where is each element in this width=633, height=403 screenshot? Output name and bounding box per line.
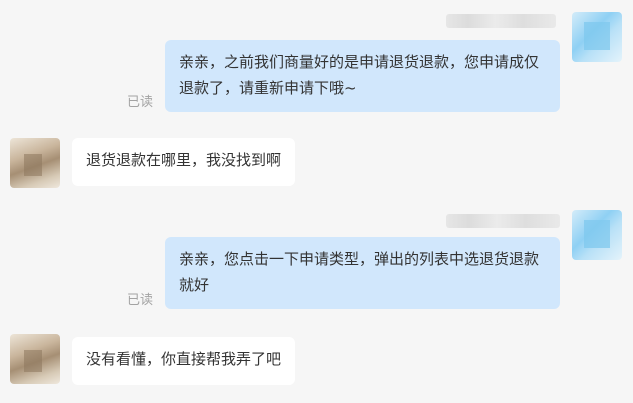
- message-text: 退货退款在哪里，我没找到啊: [86, 151, 282, 169]
- read-status-label: 已读: [127, 293, 154, 308]
- message-bubble-incoming: 退货退款在哪里，我没找到啊: [72, 138, 296, 186]
- read-status-label: 已读: [127, 95, 154, 110]
- customer-avatar[interactable]: [10, 138, 60, 188]
- sender-name-blurred: [446, 14, 556, 28]
- agent-avatar[interactable]: [572, 210, 622, 260]
- message-bubble-incoming: 没有看懂，你直接帮我弄了吧: [72, 337, 296, 385]
- chat-window: 亲亲，之前我们商量好的是申请退货退款，您申请成仅退款了，请重新申请下哦~ 已读 …: [0, 0, 633, 403]
- customer-avatar[interactable]: [10, 334, 60, 384]
- agent-avatar[interactable]: [572, 12, 622, 62]
- message-text: 没有看懂，你直接帮我弄了吧: [86, 350, 282, 368]
- message-bubble-outgoing: 亲亲，之前我们商量好的是申请退货退款，您申请成仅退款了，请重新申请下哦~: [165, 40, 560, 112]
- message-bubble-outgoing: 亲亲，您点击一下申请类型，弹出的列表中选退货退款就好: [165, 237, 560, 309]
- sender-name-blurred: [446, 214, 560, 228]
- message-text: 亲亲，您点击一下申请类型，弹出的列表中选退货退款就好: [179, 250, 540, 294]
- message-text: 亲亲，之前我们商量好的是申请退货退款，您申请成仅退款了，请重新申请下哦~: [179, 53, 540, 97]
